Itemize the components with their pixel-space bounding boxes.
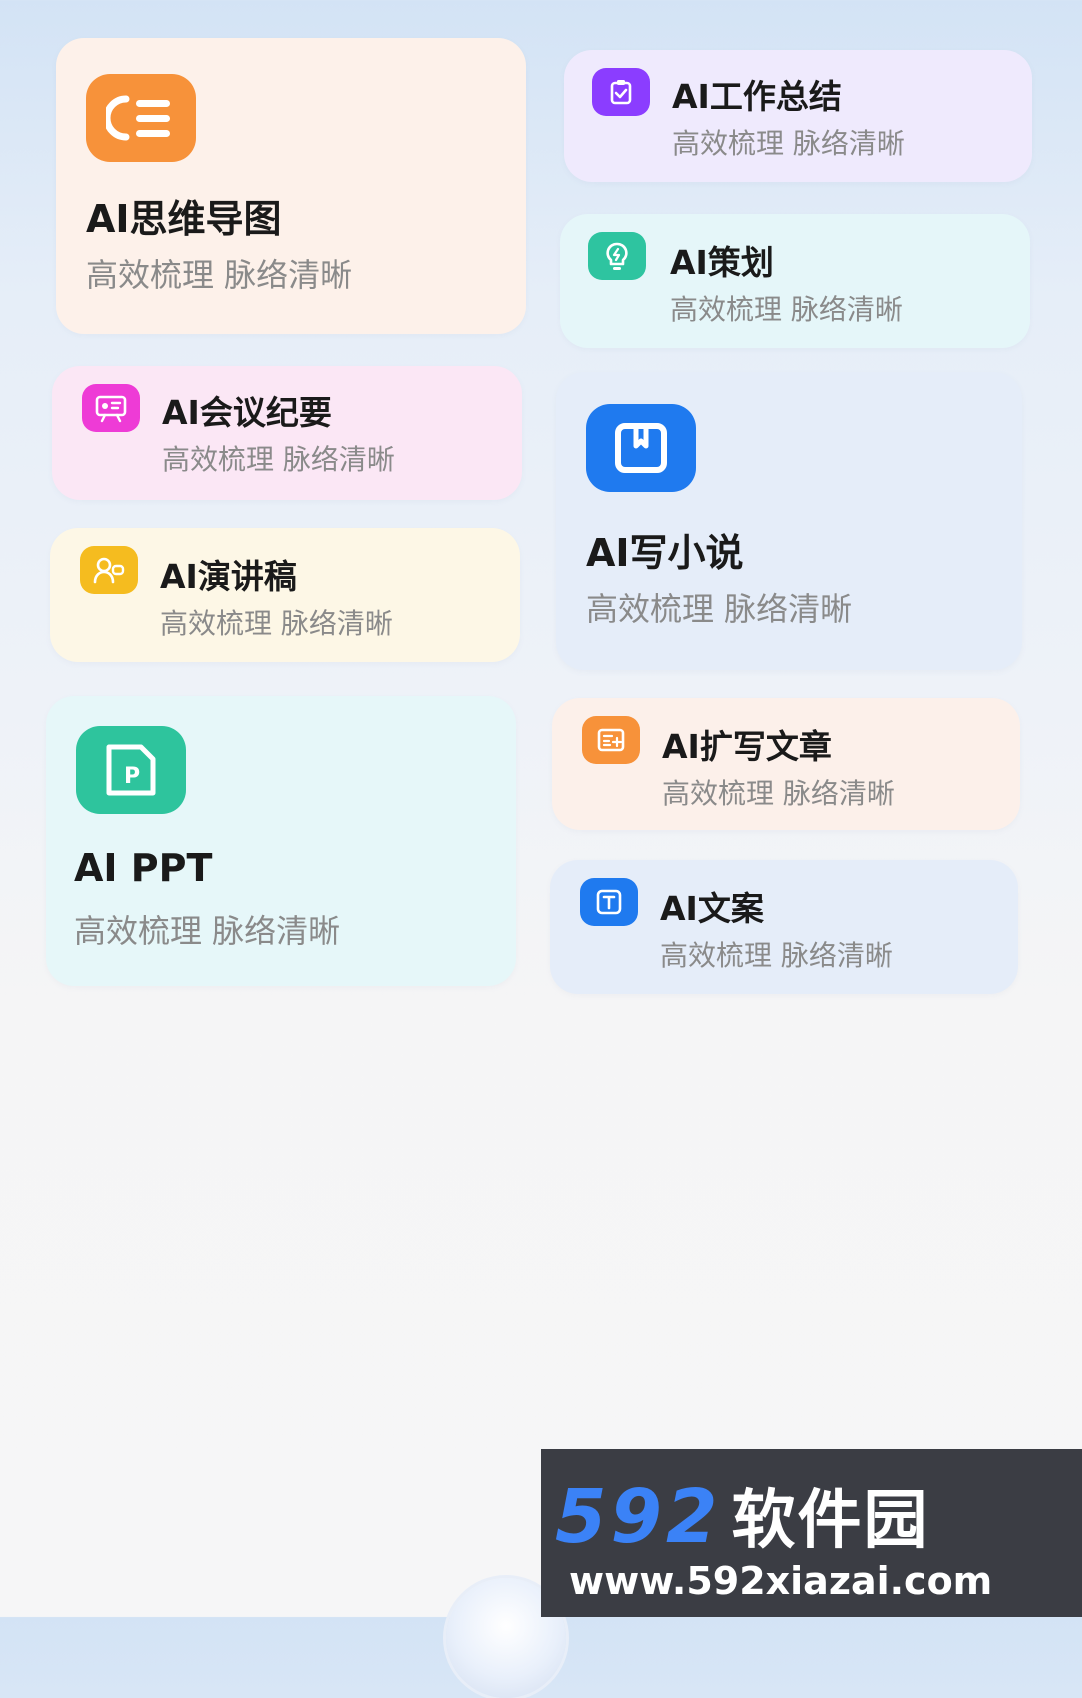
card-ai-speech[interactable]: AI演讲稿 高效梳理 脉络清晰 [50, 528, 520, 662]
card-title: AI扩写文章 [662, 727, 832, 766]
ppt-file-icon: P [76, 726, 186, 814]
card-title: AI策划 [670, 243, 774, 282]
watermark-logo: 592 软件园 www.592xiazai.com [541, 1449, 1082, 1617]
book-icon [586, 404, 696, 492]
card-title: AI思维导图 [86, 197, 282, 241]
card-subtitle: 高效梳理 脉络清晰 [160, 607, 393, 640]
text-box-icon [580, 878, 638, 926]
card-subtitle: 高效梳理 脉络清晰 [672, 127, 905, 160]
card-ai-novel[interactable]: AI写小说 高效梳理 脉络清晰 [556, 372, 1022, 670]
card-title: AI会议纪要 [162, 393, 332, 432]
card-ai-copywriting[interactable]: AI文案 高效梳理 脉络清晰 [550, 860, 1018, 994]
card-title: AI PPT [74, 846, 213, 890]
watermark-number: 592 [555, 1474, 722, 1560]
card-title: AI写小说 [586, 531, 744, 575]
card-ai-mindmap[interactable]: AI思维导图 高效梳理 脉络清晰 [56, 38, 526, 334]
card-ai-expand[interactable]: AI扩写文章 高效梳理 脉络清晰 [552, 698, 1020, 830]
meeting-board-icon [82, 384, 140, 432]
card-title: AI文案 [660, 889, 764, 928]
watermark-url: www.592xiazai.com [569, 1559, 993, 1603]
card-ai-work-summary[interactable]: AI工作总结 高效梳理 脉络清晰 [564, 50, 1032, 182]
svg-text:P: P [124, 764, 140, 789]
lightbulb-icon [588, 232, 646, 280]
document-expand-icon [582, 716, 640, 764]
card-subtitle: 高效梳理 脉络清晰 [86, 256, 353, 294]
clipboard-check-icon [592, 68, 650, 116]
card-subtitle: 高效梳理 脉络清晰 [662, 777, 895, 810]
card-title: AI工作总结 [672, 77, 842, 116]
speaker-icon [80, 546, 138, 594]
card-title: AI演讲稿 [160, 557, 297, 596]
card-ai-ppt[interactable]: P AI PPT 高效梳理 脉络清晰 [46, 696, 516, 986]
card-subtitle: 高效梳理 脉络清晰 [660, 939, 893, 972]
watermark-brand: 592 软件园 [555, 1469, 929, 1561]
watermark-brand-text: 软件园 [731, 1484, 930, 1558]
card-subtitle: 高效梳理 脉络清晰 [586, 590, 853, 628]
mindmap-list-icon [86, 74, 196, 162]
card-ai-meeting[interactable]: AI会议纪要 高效梳理 脉络清晰 [52, 366, 522, 500]
card-subtitle: 高效梳理 脉络清晰 [74, 912, 341, 950]
card-subtitle: 高效梳理 脉络清晰 [162, 443, 395, 476]
card-subtitle: 高效梳理 脉络清晰 [670, 293, 903, 326]
card-ai-planning[interactable]: AI策划 高效梳理 脉络清晰 [560, 214, 1030, 348]
